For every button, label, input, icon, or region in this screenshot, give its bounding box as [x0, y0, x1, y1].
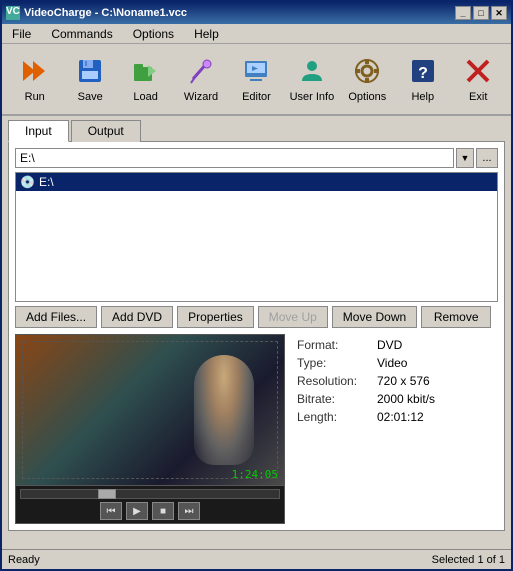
bitrate-value: 2000 kbit/s [377, 392, 435, 406]
menu-bar: File Commands Options Help [2, 24, 511, 44]
menu-file[interactable]: File [6, 25, 37, 43]
options-icon [351, 55, 383, 87]
userinfo-button[interactable]: User Info [285, 48, 338, 110]
length-label: Length: [297, 410, 377, 424]
info-panel: Format: DVD Type: Video Resolution: 720 … [293, 334, 498, 524]
status-bar: Ready Selected 1 of 1 [2, 549, 511, 569]
format-label: Format: [297, 338, 377, 352]
tab-bar: Input Output [8, 120, 505, 142]
type-value: Video [377, 356, 407, 370]
path-row: ▼ ... [15, 148, 498, 168]
help-icon: ? [407, 55, 439, 87]
close-button[interactable]: ✕ [491, 6, 507, 20]
video-timestamp: 1:24:05 [232, 468, 278, 481]
tab-input[interactable]: Input [8, 120, 69, 142]
info-length-row: Length: 02:01:12 [297, 410, 494, 424]
path-input[interactable] [15, 148, 454, 168]
rewind-button[interactable]: ⏮ [100, 502, 122, 520]
list-item-label: E:\ [39, 175, 54, 189]
move-down-button[interactable]: Move Down [332, 306, 417, 328]
video-preview: 1:24:05 ⏮ ▶ ■ ⏭ [15, 334, 285, 524]
add-dvd-button[interactable]: Add DVD [101, 306, 173, 328]
video-screen: 1:24:05 [15, 334, 285, 486]
title-bar: VC VideoCharge - C:\Noname1.vcc _ □ ✕ [2, 2, 511, 24]
help-button[interactable]: ? Help [396, 48, 449, 110]
path-dropdown-button[interactable]: ▼ [456, 148, 474, 168]
svg-text:?: ? [418, 65, 428, 82]
main-window: VC VideoCharge - C:\Noname1.vcc _ □ ✕ Fi… [0, 0, 513, 571]
exit-label: Exit [469, 91, 487, 103]
main-content: Input Output ▼ ... 💿 E:\ Add Files... Ad [2, 116, 511, 535]
status-right: Selected 1 of 1 [432, 554, 505, 566]
save-label: Save [78, 91, 103, 103]
editor-label: Editor [242, 91, 271, 103]
tab-output[interactable]: Output [71, 120, 141, 142]
ctrl-buttons: ⏮ ▶ ■ ⏭ [20, 502, 280, 520]
move-up-button[interactable]: Move Up [258, 306, 328, 328]
length-value: 02:01:12 [377, 410, 424, 424]
info-type-row: Type: Video [297, 356, 494, 370]
load-label: Load [133, 91, 157, 103]
status-left: Ready [8, 554, 40, 566]
load-icon [130, 55, 162, 87]
input-panel: ▼ ... 💿 E:\ Add Files... Add DVD Propert… [8, 141, 505, 531]
save-icon [74, 55, 106, 87]
format-value: DVD [377, 338, 402, 352]
list-item[interactable]: 💿 E:\ [16, 173, 497, 191]
dvd-icon: 💿 [20, 175, 35, 189]
wizard-label: Wizard [184, 91, 218, 103]
wizard-button[interactable]: Wizard [174, 48, 227, 110]
info-resolution-row: Resolution: 720 x 576 [297, 374, 494, 388]
exit-icon [462, 55, 494, 87]
resolution-value: 720 x 576 [377, 374, 430, 388]
menu-options[interactable]: Options [127, 25, 180, 43]
userinfo-label: User Info [290, 91, 335, 103]
video-controls: ⏮ ▶ ■ ⏭ [15, 486, 285, 524]
properties-button[interactable]: Properties [177, 306, 254, 328]
bitrate-label: Bitrate: [297, 392, 377, 406]
run-icon [19, 55, 51, 87]
preview-area: 1:24:05 ⏮ ▶ ■ ⏭ [15, 334, 498, 524]
type-label: Type: [297, 356, 377, 370]
info-format-row: Format: DVD [297, 338, 494, 352]
menu-help[interactable]: Help [188, 25, 225, 43]
path-browse-button[interactable]: ... [476, 148, 498, 168]
window-title: VideoCharge - C:\Noname1.vcc [24, 7, 187, 19]
editor-button[interactable]: Editor [230, 48, 283, 110]
run-label: Run [25, 91, 45, 103]
play-button[interactable]: ▶ [126, 502, 148, 520]
progress-track[interactable] [20, 489, 280, 499]
title-buttons: _ □ ✕ [455, 6, 507, 20]
app-icon: VC [6, 6, 20, 20]
menu-commands[interactable]: Commands [45, 25, 118, 43]
video-figure [194, 355, 254, 465]
userinfo-icon [296, 55, 328, 87]
minimize-button[interactable]: _ [455, 6, 471, 20]
title-bar-text: VC VideoCharge - C:\Noname1.vcc [6, 6, 187, 20]
save-button[interactable]: Save [63, 48, 116, 110]
add-files-button[interactable]: Add Files... [15, 306, 97, 328]
options-label: Options [348, 91, 386, 103]
wizard-icon [185, 55, 217, 87]
exit-button[interactable]: Exit [452, 48, 505, 110]
editor-icon [240, 55, 272, 87]
progress-bar-area [20, 489, 280, 499]
options-button[interactable]: Options [341, 48, 394, 110]
action-buttons: Add Files... Add DVD Properties Move Up … [15, 306, 498, 328]
remove-button[interactable]: Remove [421, 306, 491, 328]
resolution-label: Resolution: [297, 374, 377, 388]
forward-button[interactable]: ⏭ [178, 502, 200, 520]
run-button[interactable]: Run [8, 48, 61, 110]
load-button[interactable]: Load [119, 48, 172, 110]
info-bitrate-row: Bitrate: 2000 kbit/s [297, 392, 494, 406]
stop-button[interactable]: ■ [152, 502, 174, 520]
toolbar: Run Save Load [2, 44, 511, 116]
file-list[interactable]: 💿 E:\ [15, 172, 498, 302]
help-label: Help [411, 91, 434, 103]
progress-thumb[interactable] [98, 489, 116, 499]
maximize-button[interactable]: □ [473, 6, 489, 20]
